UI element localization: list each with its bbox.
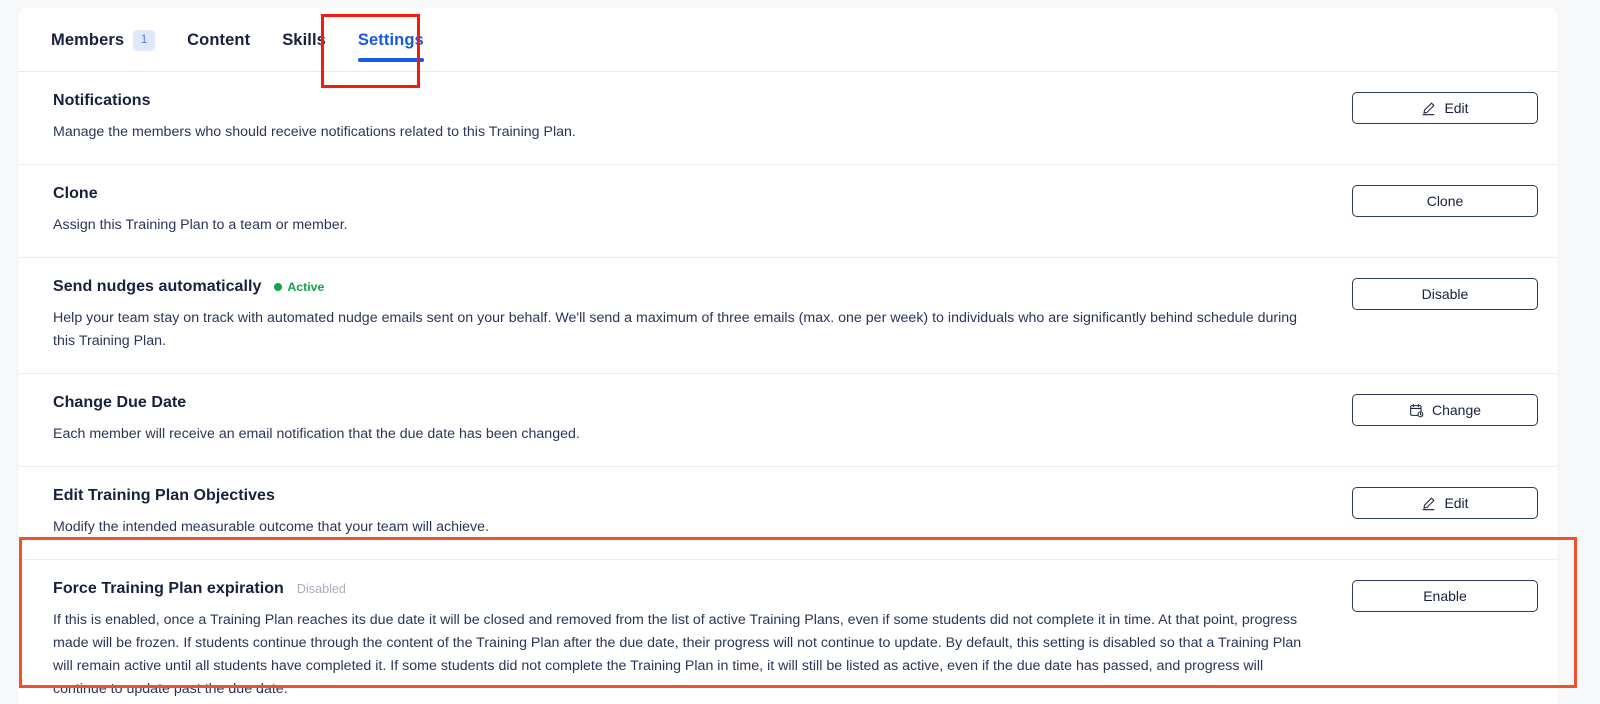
settings-row-description: Each member will receive an email notifi… xyxy=(53,426,580,442)
settings-action-button-label: Edit xyxy=(1444,495,1469,511)
tab-label: Settings xyxy=(357,30,424,49)
settings-action-button[interactable]: Change xyxy=(1352,394,1538,426)
settings-row-header: Send nudges automatically Active xyxy=(53,278,1303,296)
settings-row-title: Clone xyxy=(53,185,98,202)
calendar-icon xyxy=(1409,403,1424,418)
settings-card: Members 1 Content Skills Settings Notificati… xyxy=(18,8,1558,704)
settings-row-action: Edit xyxy=(1333,92,1538,124)
settings-row-description: Manage the members who should receive no… xyxy=(53,124,576,140)
pencil-icon xyxy=(1421,496,1436,511)
settings-row-action: Edit xyxy=(1333,487,1538,519)
app-root: Members 1 Content Skills Settings Notificati… xyxy=(0,0,1600,704)
settings-row-action: Enable xyxy=(1333,580,1538,612)
status-label: Disabled xyxy=(296,582,346,596)
settings-row-action: Change xyxy=(1333,394,1538,426)
settings-row-title: Change Due Date xyxy=(53,394,187,411)
settings-row-action: Clone xyxy=(1333,185,1538,217)
settings-row-text: Edit Training Plan Objectives Modify the … xyxy=(53,487,1333,539)
settings-action-button-label: Disable xyxy=(1421,286,1469,302)
tab-content[interactable]: Content xyxy=(171,8,266,72)
settings-row: Send nudges automatically Active Help your… xyxy=(18,258,1558,374)
settings-action-button-label: Clone xyxy=(1426,193,1464,209)
settings-action-button[interactable]: Disable xyxy=(1352,278,1538,310)
settings-action-button-label: Edit xyxy=(1444,100,1469,116)
active-tab-underline xyxy=(357,58,424,62)
tab-members[interactable]: Members 1 xyxy=(35,8,171,72)
status-badge: Disabled xyxy=(297,582,346,596)
settings-row-text: Notifications Manage the members who shou… xyxy=(53,92,1333,144)
settings-row-text: Change Due Date Each member will receive … xyxy=(53,394,1333,446)
settings-row-header: Edit Training Plan Objectives xyxy=(53,487,1303,505)
status-dot-icon xyxy=(274,283,283,291)
tab-skills[interactable]: Skills xyxy=(266,8,342,72)
settings-row-header: Clone xyxy=(53,185,1303,203)
settings-row: Change Due Date Each member will receive … xyxy=(18,374,1558,467)
settings-row-description: Assign this Training Plan to a team or m… xyxy=(53,217,348,233)
settings-row-text: Force Training Plan expiration Disabled If… xyxy=(53,580,1333,701)
settings-row-action: Disable xyxy=(1333,278,1538,310)
tab-badge-count: 1 xyxy=(133,29,156,51)
settings-action-button[interactable]: Clone xyxy=(1352,185,1538,217)
tab-label: Members xyxy=(51,30,125,49)
tab-label: Skills xyxy=(282,30,326,49)
settings-row-title: Edit Training Plan Objectives xyxy=(53,487,275,504)
status-label: Active xyxy=(287,280,325,294)
settings-row-description: Modify the intended measurable outcome t… xyxy=(53,519,489,535)
settings-row-text: Send nudges automatically Active Help your… xyxy=(53,278,1333,353)
settings-row-title: Notifications xyxy=(53,92,151,109)
settings-row-description: If this is enabled, once a Training Plan… xyxy=(53,612,1302,697)
settings-action-button-label: Enable xyxy=(1423,588,1467,604)
settings-row-header: Force Training Plan expiration Disabled xyxy=(53,580,1303,598)
settings-action-button-label: Change xyxy=(1431,402,1482,418)
settings-action-button[interactable]: Edit xyxy=(1352,487,1538,519)
settings-row: Edit Training Plan Objectives Modify the … xyxy=(18,467,1558,560)
tab-settings[interactable]: Settings xyxy=(342,8,440,72)
settings-row-title: Force Training Plan expiration xyxy=(53,580,284,597)
settings-row-header: Change Due Date xyxy=(53,394,1303,412)
pencil-icon xyxy=(1421,101,1436,116)
settings-action-button[interactable]: Edit xyxy=(1352,92,1538,124)
settings-list: Notifications Manage the members who shou… xyxy=(18,72,1558,704)
settings-row: Clone Assign this Training Plan to a team… xyxy=(18,165,1558,258)
settings-action-button[interactable]: Enable xyxy=(1352,580,1538,612)
settings-row: Force Training Plan expiration Disabled If… xyxy=(18,560,1558,704)
settings-row-description: Help your team stay on track with automa… xyxy=(53,310,1298,349)
status-badge: Active xyxy=(274,280,324,294)
settings-row-title: Send nudges automatically xyxy=(53,278,262,295)
settings-row: Notifications Manage the members who shou… xyxy=(18,72,1558,165)
tab-bar: Members 1 Content Skills Settings xyxy=(18,8,1558,72)
tab-label: Content xyxy=(187,30,251,49)
settings-row-text: Clone Assign this Training Plan to a team… xyxy=(53,185,1333,237)
settings-row-header: Notifications xyxy=(53,92,1303,110)
